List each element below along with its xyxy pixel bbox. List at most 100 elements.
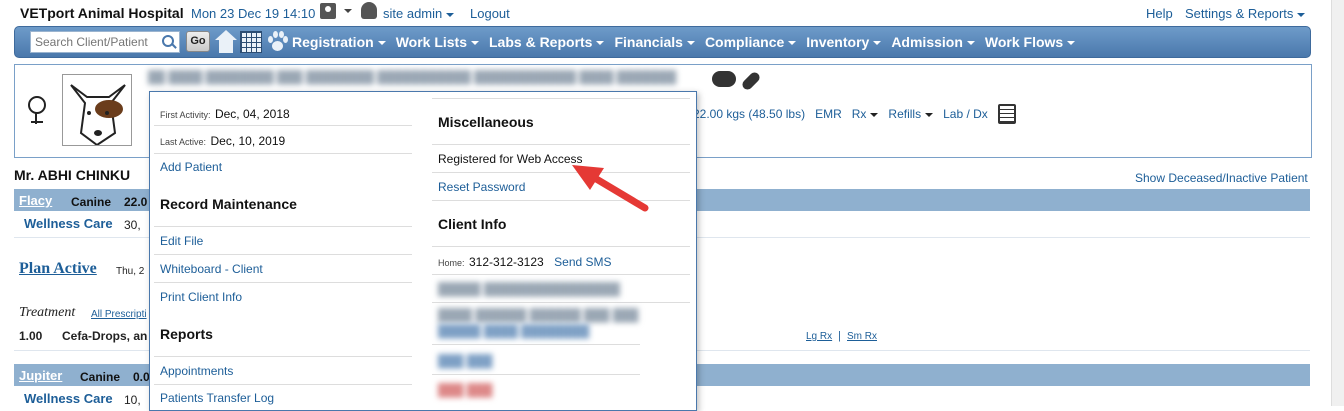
wellness-plan-link[interactable]: Wellness Care (24, 216, 113, 231)
appointments-link[interactable]: Appointments (160, 364, 233, 378)
divider (432, 374, 640, 375)
print-client-info-link[interactable]: Print Client Info (160, 290, 242, 304)
patient-weight: 22.00 kgs (48.50 lbs) (693, 107, 806, 121)
current-datetime: Mon 23 Dec 19 14:10 (191, 6, 316, 21)
sm-rx-link[interactable]: Sm Rx (847, 331, 877, 342)
paw-icon[interactable] (266, 30, 288, 54)
add-patient-link[interactable]: Add Patient (160, 160, 222, 174)
settings-reports-menu[interactable]: Settings & Reports (1185, 6, 1306, 21)
pet-species: Canine (71, 195, 112, 209)
divider (154, 125, 412, 126)
plan-date: 30, (124, 218, 141, 232)
search-icon[interactable] (160, 33, 178, 51)
search-input[interactable] (30, 31, 180, 53)
user-name: site admin (383, 6, 443, 21)
phone-blurred-1: ███ ███ (438, 354, 493, 368)
nav-labs-reports[interactable]: Labs & Reports (489, 34, 605, 50)
help-link[interactable]: Help (1146, 6, 1173, 21)
patients-transfer-log-link[interactable]: Patients Transfer Log (160, 391, 274, 405)
divider (154, 226, 412, 227)
pet-name-link[interactable]: Jupiter (19, 368, 62, 383)
whiteboard-client-link[interactable]: Whiteboard - Client (160, 262, 263, 276)
plan-active-link[interactable]: Plan Active (19, 260, 97, 278)
patient-actions: 22.00 kgs (48.50 lbs) EMR Rx Refills Lab… (693, 104, 1016, 124)
client-details-blurred: ██ ████ ████████ ███ ████████ ██████████… (148, 70, 677, 84)
nav-registration[interactable]: Registration (292, 34, 386, 50)
divider (432, 302, 690, 303)
refills-menu[interactable]: Refills (888, 107, 934, 121)
reset-password-link[interactable]: Reset Password (438, 180, 525, 194)
email-blurred: █████ ████████████████ (438, 282, 620, 296)
pet-photo[interactable] (62, 74, 132, 146)
registered-web-access: Registered for Web Access (438, 152, 583, 166)
pet-weight: 22.0 (124, 195, 148, 209)
phone-blurred-2: ███ ███ (438, 383, 493, 397)
app-title: VETport Animal Hospital (20, 5, 184, 21)
wellness-plan-link[interactable]: Wellness Care (24, 391, 113, 406)
user-icon[interactable] (320, 3, 336, 19)
settings-label: Settings & Reports (1185, 6, 1294, 21)
divider (432, 144, 690, 145)
home-label: Home: (438, 258, 465, 268)
nav-compliance[interactable]: Compliance (705, 34, 797, 50)
chevron-down-icon (1297, 12, 1306, 17)
client-dropdown-menu: First Activity: Dec, 04, 2018 Last Activ… (149, 91, 697, 411)
pet-species: Canine (80, 370, 121, 384)
nav-admission[interactable]: Admission (891, 34, 975, 50)
divider (432, 98, 690, 99)
clipboard-icon[interactable] (997, 104, 1016, 124)
lg-rx-link[interactable]: Lg Rx (806, 331, 832, 342)
reports-heading: Reports (160, 326, 213, 342)
divider (154, 356, 412, 357)
rx-drug: Cefa-Drops, an (62, 329, 148, 343)
calendar-icon[interactable] (240, 31, 262, 53)
divider (154, 153, 412, 154)
go-button[interactable]: Go (186, 31, 210, 52)
show-deceased-link[interactable]: Show Deceased/Inactive Patient (1135, 171, 1308, 185)
edit-file-link[interactable]: Edit File (160, 234, 203, 248)
divider (432, 344, 640, 345)
miscellaneous-heading: Miscellaneous (438, 114, 534, 130)
last-active: Last Active: Dec, 10, 2019 (160, 134, 286, 148)
send-sms-link[interactable]: Send SMS (554, 255, 611, 269)
client-info-heading: Client Info (438, 216, 507, 232)
pet-name-link[interactable]: Flacy (19, 193, 52, 208)
logout-link[interactable]: Logout (470, 6, 510, 21)
rx-quantity: 1.00 (19, 329, 43, 343)
record-maintenance-heading: Record Maintenance (160, 196, 297, 212)
home-icon[interactable] (215, 30, 237, 54)
pet-weight: 0.0 (133, 370, 150, 384)
all-prescriptions-link[interactable]: All Prescripti (91, 309, 147, 320)
piggy-bank-icon[interactable] (712, 71, 736, 87)
client-name: Mr. ABHI CHINKU (14, 167, 131, 183)
divider (154, 384, 412, 385)
nav-work-flows[interactable]: Work Flows (985, 34, 1076, 50)
user-menu[interactable]: site admin (383, 6, 455, 21)
divider (432, 246, 690, 247)
chevron-down-icon[interactable] (344, 9, 352, 13)
annotation-arrow (572, 165, 649, 212)
home-phone: 312-312-3123 (468, 255, 544, 269)
nav-menu: Registration Work Lists Labs & Reports F… (292, 34, 1076, 50)
divider (154, 254, 412, 255)
address-blurred: ████ ██████ ██████ ███ ███ (438, 308, 639, 322)
first-activity: First Activity: Dec, 04, 2018 (160, 107, 290, 121)
lab-dx-link[interactable]: Lab / Dx (943, 107, 988, 121)
nav-work-lists[interactable]: Work Lists (396, 34, 479, 50)
plan-active-date: Thu, 2 (116, 266, 145, 277)
plan-date: 10, (124, 393, 141, 407)
separator: | (838, 330, 841, 342)
divider (432, 274, 690, 275)
female-icon-bar (31, 121, 43, 123)
emr-link[interactable]: EMR (815, 107, 842, 121)
nav-inventory[interactable]: Inventory (806, 34, 882, 50)
vertical-scrollbar[interactable] (1331, 0, 1344, 406)
chevron-down-icon (446, 12, 455, 17)
map-link-blurred: █████ ████ ████████ (438, 324, 590, 338)
treatment-label: Treatment (19, 305, 76, 320)
divider (154, 282, 412, 283)
nav-financials[interactable]: Financials (614, 34, 695, 50)
rx-menu[interactable]: Rx (852, 107, 879, 121)
shield-icon (361, 2, 377, 19)
home-phone-row: Home: 312-312-3123 Send SMS (438, 253, 612, 271)
